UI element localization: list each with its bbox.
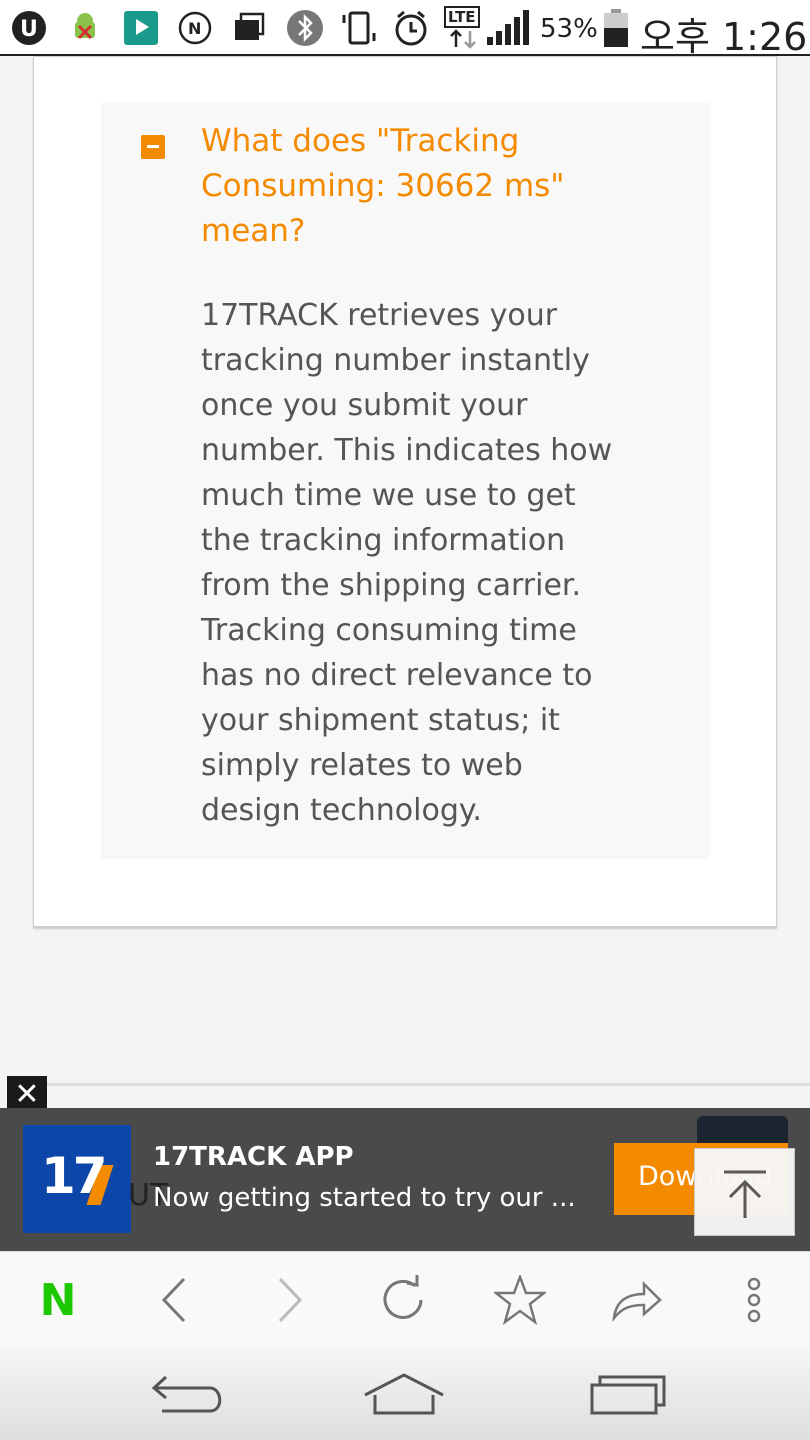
play-app-icon <box>122 9 160 47</box>
battery-icon <box>600 9 632 47</box>
data-arrows-icon <box>444 28 482 50</box>
ad-divider <box>46 1083 810 1086</box>
system-back-button[interactable] <box>138 1366 234 1422</box>
faq-card: What does "Tracking Consuming: 30662 ms"… <box>33 56 777 927</box>
forward-button[interactable] <box>264 1274 316 1326</box>
ad-subtitle: Now getting started to try our ... <box>153 1183 576 1213</box>
logo-text: 17 <box>41 1147 108 1205</box>
refresh-icon <box>383 1275 423 1319</box>
svg-text:N: N <box>188 19 201 38</box>
ad-title: 17TRACK APP <box>153 1142 354 1172</box>
forward-icon <box>278 1277 303 1323</box>
uplus-icon: U <box>10 9 48 47</box>
star-icon <box>494 1275 546 1325</box>
share-button[interactable] <box>610 1274 662 1326</box>
bookmark-button[interactable] <box>494 1274 546 1326</box>
battery-percent: 53% <box>540 14 598 44</box>
share-icon <box>612 1280 662 1322</box>
more-button[interactable] <box>728 1274 780 1326</box>
status-bar: U N LTE 53% 오후 1:26 <box>0 0 810 59</box>
bluetooth-icon <box>286 9 324 47</box>
naver-home-button[interactable]: N <box>32 1274 84 1326</box>
clock: 오후 1:26 <box>640 15 808 59</box>
scroll-top-button[interactable] <box>694 1148 795 1236</box>
faq-answer: 17TRACK retrieves your tracking number i… <box>201 298 613 828</box>
back-button[interactable] <box>148 1274 200 1326</box>
screenshot-icon <box>230 9 268 47</box>
collapse-icon[interactable] <box>141 135 165 159</box>
banner-tab <box>697 1116 788 1146</box>
lte-label: LTE <box>444 6 480 28</box>
17track-logo: 17 <box>23 1125 131 1233</box>
faq-item[interactable]: What does "Tracking Consuming: 30662 ms"… <box>101 103 710 859</box>
svg-text:U: U <box>20 17 38 42</box>
naver-logo: N <box>39 1274 77 1326</box>
refresh-button[interactable] <box>378 1274 430 1326</box>
browser-toolbar: N <box>0 1251 810 1346</box>
nfc-icon: N <box>176 9 214 47</box>
system-home-button[interactable] <box>356 1366 452 1422</box>
system-back-icon <box>151 1375 222 1413</box>
alarm-icon <box>392 9 430 47</box>
faq-question[interactable]: What does "Tracking Consuming: 30662 ms"… <box>201 119 601 254</box>
android-debug-icon <box>66 9 104 47</box>
more-icon <box>747 1277 761 1323</box>
signal-icon <box>484 9 534 47</box>
vibrate-icon <box>340 9 378 47</box>
system-navigation-bar <box>0 1346 810 1440</box>
arrow-up-icon <box>723 1170 766 1218</box>
back-icon <box>161 1277 186 1323</box>
system-recents-button[interactable] <box>576 1366 672 1422</box>
app-ad-banner[interactable]: 17 UT 17TRACK APP Now getting started to… <box>0 1108 810 1251</box>
system-home-icon <box>364 1373 444 1415</box>
system-recents-icon <box>590 1375 666 1415</box>
